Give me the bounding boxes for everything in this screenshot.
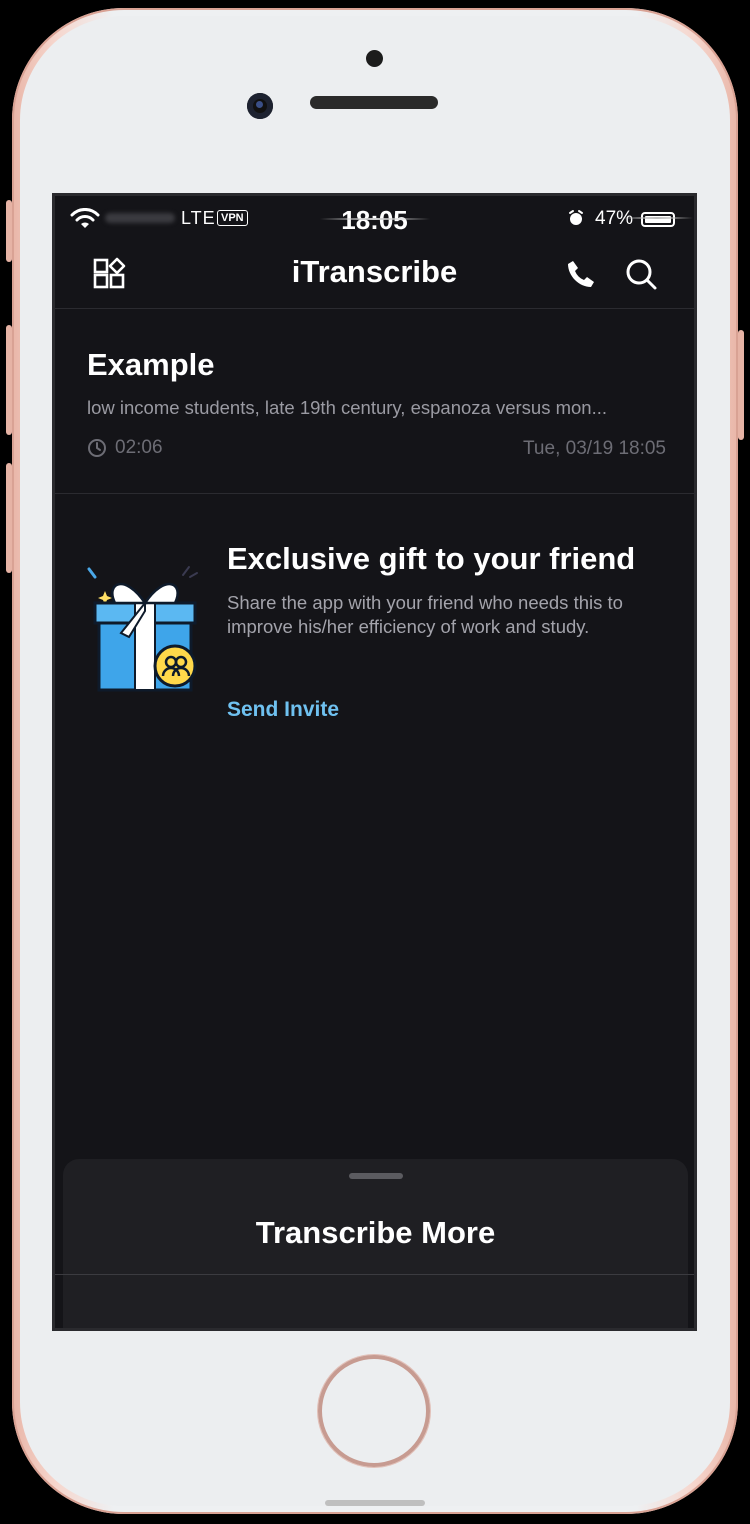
phone-icon[interactable] (561, 254, 601, 294)
promo-title: Exclusive gift to your friend (227, 541, 636, 576)
alarm-icon (569, 210, 583, 225)
recording-snippet: low income students, late 19th century, … (87, 397, 607, 418)
app-screen: LTE VPN 18:05 47% iTranscribe Example lo… (52, 193, 697, 1331)
sheet-divider (55, 1274, 694, 1275)
recording-date: Tue, 03/19 18:05 (523, 438, 666, 459)
battery-icon (641, 212, 675, 227)
battery-percent: 47% (595, 208, 634, 229)
promo-description: Share the app with your friend who needs… (227, 592, 623, 637)
bottom-port (325, 1500, 425, 1506)
transcribe-more-sheet[interactable]: Transcribe More (55, 1159, 694, 1328)
mute-switch (6, 200, 12, 262)
recording-title: Example (87, 347, 215, 382)
recording-duration: 02:06 (115, 437, 163, 458)
status-bar: LTE VPN 18:05 47% (55, 196, 694, 244)
recording-duration-row: 02:06 (87, 437, 163, 459)
send-invite-link[interactable]: Send Invite (227, 698, 339, 722)
home-button[interactable] (318, 1355, 430, 1467)
recording-list-item[interactable]: Example low income students, late 19th c… (55, 309, 694, 494)
front-camera (247, 93, 273, 119)
sensor-dot (366, 50, 383, 67)
earpiece-speaker (310, 96, 438, 109)
invite-promo: Exclusive gift to your friend Share the … (55, 493, 694, 753)
volume-up-button (6, 325, 12, 435)
volume-down-button (6, 463, 12, 573)
battery-overlay-line (621, 217, 693, 219)
clock-icon (88, 439, 106, 457)
top-nav-bar: iTranscribe (55, 244, 694, 309)
gift-illustration (87, 566, 198, 692)
power-button (738, 330, 744, 440)
search-icon[interactable] (621, 254, 661, 294)
time-overlay-line (320, 218, 430, 220)
transcribe-more-title: Transcribe More (255, 1215, 496, 1250)
sheet-grabber-handle[interactable] (349, 1173, 403, 1179)
